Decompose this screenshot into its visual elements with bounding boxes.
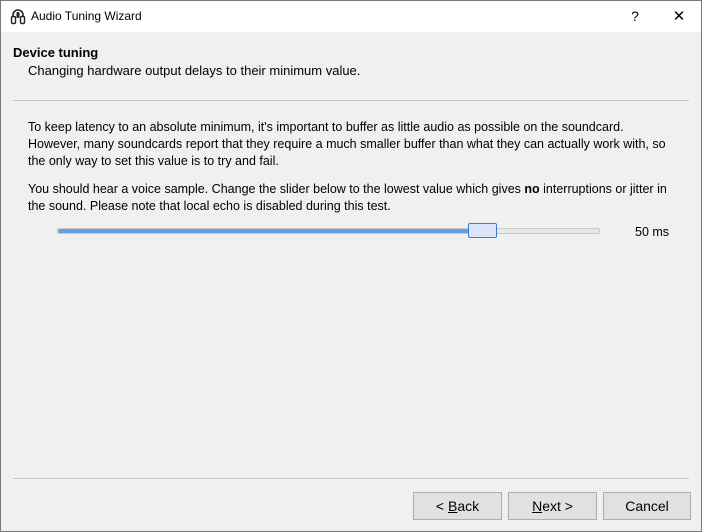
back-button[interactable]: < Back [413, 492, 502, 520]
voice-sample-instructions: You should hear a voice sample. Change t… [28, 181, 678, 215]
instructions-bold-word: no [524, 182, 540, 196]
back-prefix: < [435, 498, 448, 514]
next-rest: ext > [542, 498, 573, 514]
output-delay-slider-track[interactable] [57, 228, 600, 234]
next-button[interactable]: Next > [508, 492, 597, 520]
wizard-window: Audio Tuning Wizard ? ✕ Device tuning Ch… [0, 0, 702, 532]
page-title: Device tuning [13, 45, 99, 60]
headset-app-icon [10, 9, 26, 25]
next-mnemonic: N [532, 498, 543, 514]
help-button[interactable]: ? [615, 1, 655, 32]
latency-explanation-text: To keep latency to an absolute minimum, … [28, 120, 666, 168]
wizard-header: Device tuning Changing hardware output d… [1, 32, 701, 102]
slider-fill [58, 229, 480, 233]
header-divider [13, 100, 689, 101]
cancel-button[interactable]: Cancel [603, 492, 691, 520]
back-mnemonic: B [447, 498, 458, 514]
output-delay-slider-thumb[interactable] [468, 223, 497, 238]
close-button[interactable]: ✕ [657, 1, 701, 32]
window-title: Audio Tuning Wizard [31, 9, 142, 23]
title-bar: Audio Tuning Wizard ? ✕ [1, 1, 701, 32]
back-rest: ack [457, 498, 480, 514]
slider-value-label: 50 ms [635, 225, 670, 239]
footer-divider [13, 478, 689, 479]
instructions-text-start: You should hear a voice sample. Change t… [28, 182, 525, 196]
page-subtitle: Changing hardware output delays to their… [28, 63, 361, 78]
